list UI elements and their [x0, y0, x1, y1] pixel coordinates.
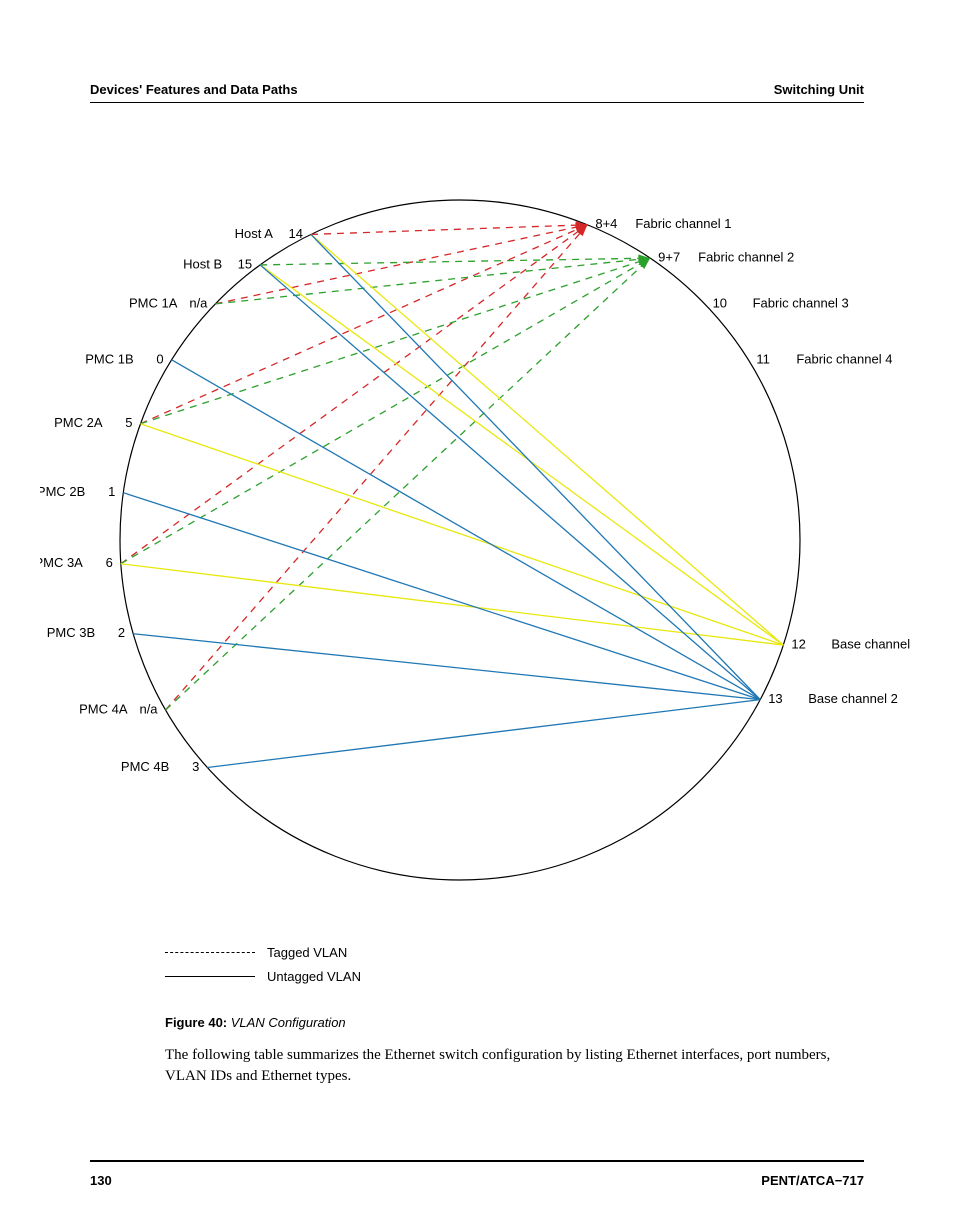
body-paragraph: The following table summarizes the Ether… [165, 1045, 864, 1087]
label-pmc1b: PMC 1B [85, 351, 133, 366]
edge [121, 225, 588, 564]
edge [123, 493, 760, 700]
vlan-diagram: 14 Host A 15 Host B n/a PMC 1A 0 PMC 1B 5 PMC 2A 1… [40, 160, 910, 960]
label-pmc2a: PMC 2A [54, 415, 103, 430]
edge [141, 258, 651, 424]
port-pmc2a: 5 [125, 415, 132, 430]
port-fab2: 9+7 [658, 250, 680, 265]
figure-title: VLAN Configuration [231, 1015, 346, 1030]
label-fab3: Fabric channel 3 [753, 295, 849, 310]
edge [166, 225, 588, 710]
legend-untagged-label: Untagged VLAN [267, 969, 361, 984]
edge [215, 258, 650, 304]
port-fab3: 10 [713, 295, 727, 310]
label-hostA: Host A [235, 226, 274, 241]
edge [141, 225, 588, 424]
edge [166, 258, 651, 710]
port-pmc1a: n/a [189, 295, 208, 310]
edge [260, 265, 783, 645]
edge [311, 225, 587, 235]
label-pmc1a: PMC 1A [129, 295, 178, 310]
port-hostB: 15 [238, 256, 252, 271]
label-hostB: Host B [183, 256, 222, 271]
edge [141, 424, 784, 645]
port-base2: 13 [768, 691, 782, 706]
footer-rule [90, 1160, 864, 1162]
legend-tagged-label: Tagged VLAN [267, 945, 347, 960]
edge [133, 634, 760, 700]
label-pmc2b: PMC 2B [40, 484, 85, 499]
port-pmc1b: 0 [156, 351, 163, 366]
label-pmc4a: PMC 4A [79, 701, 128, 716]
port-pmc3b: 2 [118, 625, 125, 640]
label-pmc4b: PMC 4B [121, 759, 169, 774]
label-pmc3a: PMC 3A [40, 555, 83, 570]
figure-caption: Figure 40: VLAN Configuration [165, 1015, 346, 1030]
figure-number: Figure 40: [165, 1015, 227, 1030]
port-pmc4a: n/a [139, 701, 158, 716]
label-fab1: Fabric channel 1 [635, 216, 731, 231]
label-base2: Base channel 2 [808, 691, 898, 706]
header-rule [90, 102, 864, 103]
label-fab4: Fabric channel 4 [796, 351, 892, 366]
legend-line-dashed [165, 952, 255, 953]
port-fab1: 8+4 [595, 216, 617, 231]
edge [311, 234, 760, 699]
edge [207, 700, 760, 768]
port-pmc4b: 3 [192, 759, 199, 774]
legend: Tagged VLAN Untagged VLAN [165, 940, 361, 988]
page-number: 130 [90, 1173, 112, 1188]
label-fab2: Fabric channel 2 [698, 250, 794, 265]
header-left: Devices' Features and Data Paths [90, 82, 298, 97]
edge [260, 265, 760, 700]
label-base1: Base channel 1 [831, 637, 910, 652]
port-base1: 12 [791, 637, 805, 652]
label-pmc3b: PMC 3B [47, 625, 95, 640]
port-fab4: 11 [756, 351, 770, 366]
port-pmc3a: 6 [106, 555, 113, 570]
legend-line-solid [165, 976, 255, 977]
doc-id: PENT/ATCA−717 [761, 1173, 864, 1188]
header-right: Switching Unit [774, 82, 864, 97]
edge [172, 360, 761, 700]
port-pmc2b: 1 [108, 484, 115, 499]
port-hostA: 14 [288, 226, 302, 241]
